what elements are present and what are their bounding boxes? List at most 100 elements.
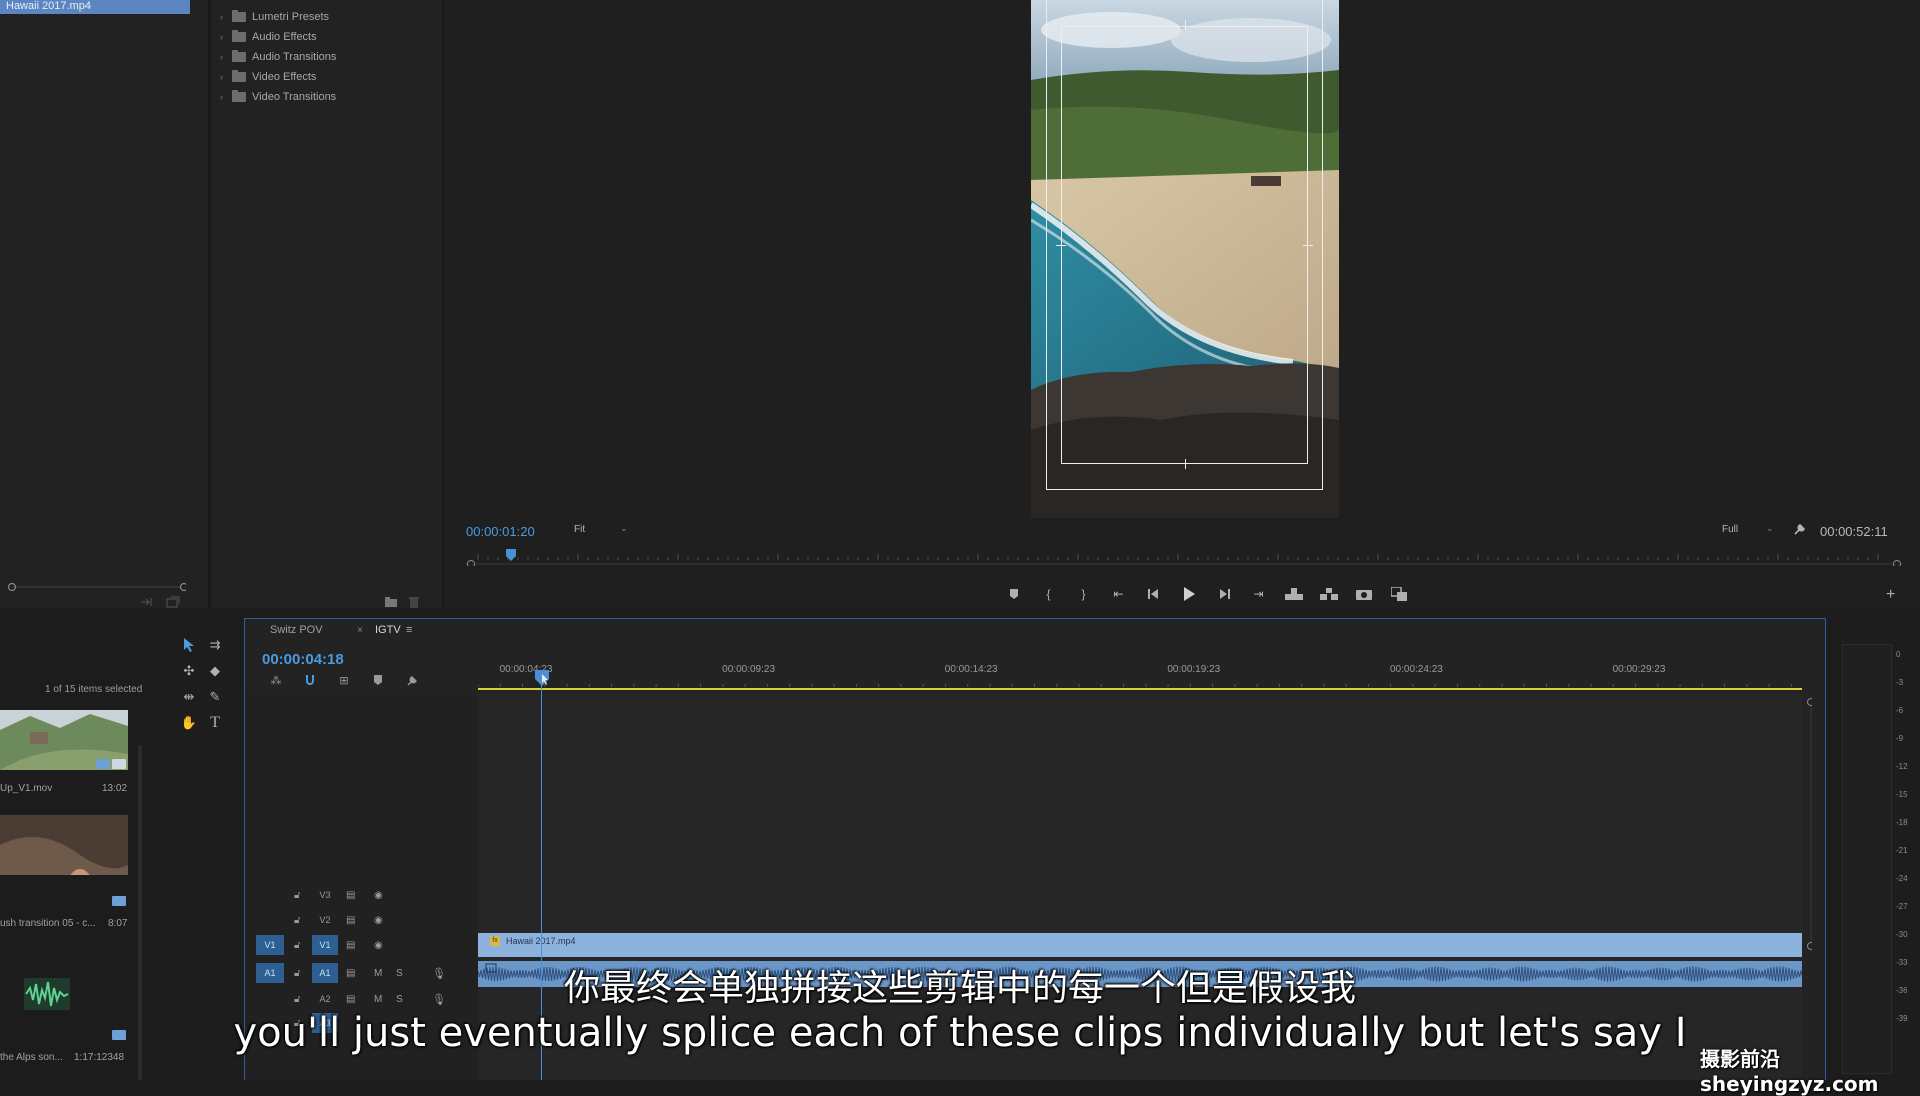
track-header-v2: 🔓︎ V2 ▤ ◉ — [246, 909, 478, 931]
razor-tool[interactable]: ◆ — [204, 660, 226, 682]
track-select-tool[interactable]: ⇉ — [204, 634, 226, 656]
effects-folder-lumetri-presets[interactable]: › Lumetri Presets — [220, 8, 329, 26]
step-back-button[interactable] — [1136, 585, 1171, 603]
effects-folder-audio-effects[interactable]: › Audio Effects — [220, 28, 317, 46]
fx-badge-icon: fx — [490, 936, 500, 946]
db-label: -12 — [1896, 762, 1908, 771]
sync-lock-icon[interactable]: ▤ — [346, 890, 355, 901]
ruler-zoom-handle-left[interactable] — [467, 560, 475, 567]
project-item-selected[interactable]: Hawaii 2017.mp4 — [0, 0, 190, 14]
snap-magnet-icon[interactable] — [298, 672, 322, 688]
effects-folder-video-effects[interactable]: › Video Effects — [220, 68, 316, 86]
ripple-edit-tool[interactable]: ✣ — [178, 660, 200, 682]
ruler-zoom-handle-right[interactable] — [1893, 560, 1901, 567]
folder-icon — [232, 50, 246, 62]
sync-lock-icon[interactable]: ▤ — [346, 915, 355, 926]
lock-icon[interactable]: 🔓︎ — [294, 940, 300, 951]
safe-tick-left — [1056, 245, 1066, 246]
program-time-ruler[interactable] — [466, 548, 1902, 566]
export-frame-button[interactable] — [1346, 585, 1381, 603]
subtitle-chinese: 你最终会单独拼接这些剪辑中的每一个但是假设我 — [563, 968, 1356, 1009]
tab-igtv[interactable]: IGTV — [375, 624, 401, 636]
program-current-timecode[interactable]: 00:00:01:20 — [466, 524, 535, 539]
type-tool[interactable]: T — [204, 712, 226, 734]
ruler-label: 00:00:19:23 — [1167, 664, 1220, 675]
sync-lock-icon[interactable]: ▤ — [346, 940, 355, 951]
track-name[interactable]: V1 — [312, 935, 338, 955]
timeline-settings-wrench-icon[interactable] — [400, 672, 424, 688]
wrench-icon[interactable] — [1793, 522, 1807, 536]
new-bin-icon[interactable] — [384, 596, 398, 608]
go-to-in-button[interactable]: ⇤ — [1101, 585, 1136, 603]
go-to-out-button[interactable]: ⇥ — [1241, 585, 1276, 603]
db-label: 0 — [1896, 650, 1901, 659]
find-icon[interactable] — [166, 596, 180, 608]
ruler-label: 00:00:14:23 — [945, 664, 998, 675]
trash-icon[interactable] — [408, 596, 420, 608]
project-zoom-slider[interactable] — [6, 580, 186, 594]
video-clip-hawaii[interactable] — [478, 933, 1802, 957]
add-marker-button[interactable] — [996, 585, 1031, 603]
panel-menu-icon[interactable]: ≡ — [406, 624, 412, 636]
timeline-playhead[interactable] — [534, 670, 550, 686]
mark-in-button[interactable]: { — [1031, 585, 1066, 603]
track-name[interactable]: V3 — [312, 885, 338, 905]
ruler-label: 00:00:09:23 — [722, 664, 775, 675]
db-label: -21 — [1896, 846, 1908, 855]
timeline-vertical-zoom[interactable] — [1806, 694, 1812, 954]
effects-bottom-toolbar — [384, 596, 420, 608]
pen-tool[interactable]: ✎ — [204, 686, 226, 708]
db-label: -24 — [1896, 874, 1908, 883]
lock-icon[interactable]: 🔓︎ — [294, 915, 300, 926]
ruler-label: 00:00:24:23 — [1390, 664, 1443, 675]
effects-folder-video-transitions[interactable]: › Video Transitions — [220, 88, 336, 106]
nest-toggle-icon[interactable]: ⁂ — [264, 672, 288, 688]
track-name[interactable]: V2 — [312, 910, 338, 930]
effects-folder-label: Lumetri Presets — [252, 11, 330, 23]
chevron-down-icon[interactable]: ⌄ — [1766, 523, 1774, 534]
chevron-right-icon[interactable]: › — [220, 92, 232, 102]
clip-type-badge — [112, 759, 126, 769]
chevron-right-icon[interactable]: › — [220, 52, 232, 62]
mark-out-button[interactable]: } — [1066, 585, 1101, 603]
clip-thumbnail-transition[interactable] — [0, 815, 128, 875]
add-marker-icon[interactable] — [366, 672, 390, 688]
play-button[interactable] — [1171, 585, 1206, 603]
work-area-bar[interactable] — [478, 688, 1802, 690]
tools-panel: ⇉ ✣ ◆ ⇹ ✎ ✋ T — [166, 630, 238, 750]
playback-resolution-dropdown[interactable]: Full — [1722, 524, 1738, 535]
eye-icon[interactable]: ◉ — [374, 890, 383, 901]
program-playhead[interactable] — [506, 549, 516, 561]
timeline-current-timecode[interactable]: 00:00:04:18 — [262, 651, 344, 668]
hand-tool[interactable]: ✋ — [178, 712, 200, 734]
folder-icon — [232, 10, 246, 22]
lift-button[interactable] — [1276, 585, 1311, 603]
bin-item-duration: 13:02 — [102, 783, 128, 794]
db-label: -18 — [1896, 818, 1908, 827]
program-duration-timecode: 00:00:52:11 — [1820, 524, 1888, 539]
eye-icon[interactable]: ◉ — [374, 940, 383, 951]
button-editor-plus[interactable]: + — [1886, 586, 1895, 604]
automate-sequence-icon[interactable] — [140, 596, 154, 608]
selection-tool[interactable] — [178, 634, 200, 656]
tab-close-icon[interactable]: × — [357, 625, 363, 636]
db-label: -15 — [1896, 790, 1908, 799]
chevron-right-icon[interactable]: › — [220, 12, 232, 22]
extract-button[interactable] — [1311, 585, 1346, 603]
db-label: -6 — [1896, 706, 1904, 715]
track-header-v1: V1 🔓︎ V1 ▤ ◉ — [246, 934, 478, 956]
tab-switz-pov[interactable]: Switz POV — [270, 624, 323, 636]
step-forward-button[interactable] — [1206, 585, 1241, 603]
linked-selection-icon[interactable]: ⊞ — [332, 672, 356, 688]
title-safe-inner — [1061, 26, 1308, 464]
slip-tool[interactable]: ⇹ — [178, 686, 200, 708]
effects-panel: › Lumetri Presets › Audio Effects › Audi… — [212, 0, 443, 608]
chevron-right-icon[interactable]: › — [220, 72, 232, 82]
source-patch-v1[interactable]: V1 — [256, 935, 284, 955]
lock-icon[interactable]: 🔓︎ — [294, 890, 300, 901]
chevron-down-icon[interactable]: ⌄ — [620, 523, 628, 534]
eye-icon[interactable]: ◉ — [374, 915, 383, 926]
comparison-view-button[interactable] — [1381, 585, 1416, 603]
effects-folder-audio-transitions[interactable]: › Audio Transitions — [220, 48, 336, 66]
chevron-right-icon[interactable]: › — [220, 32, 232, 42]
